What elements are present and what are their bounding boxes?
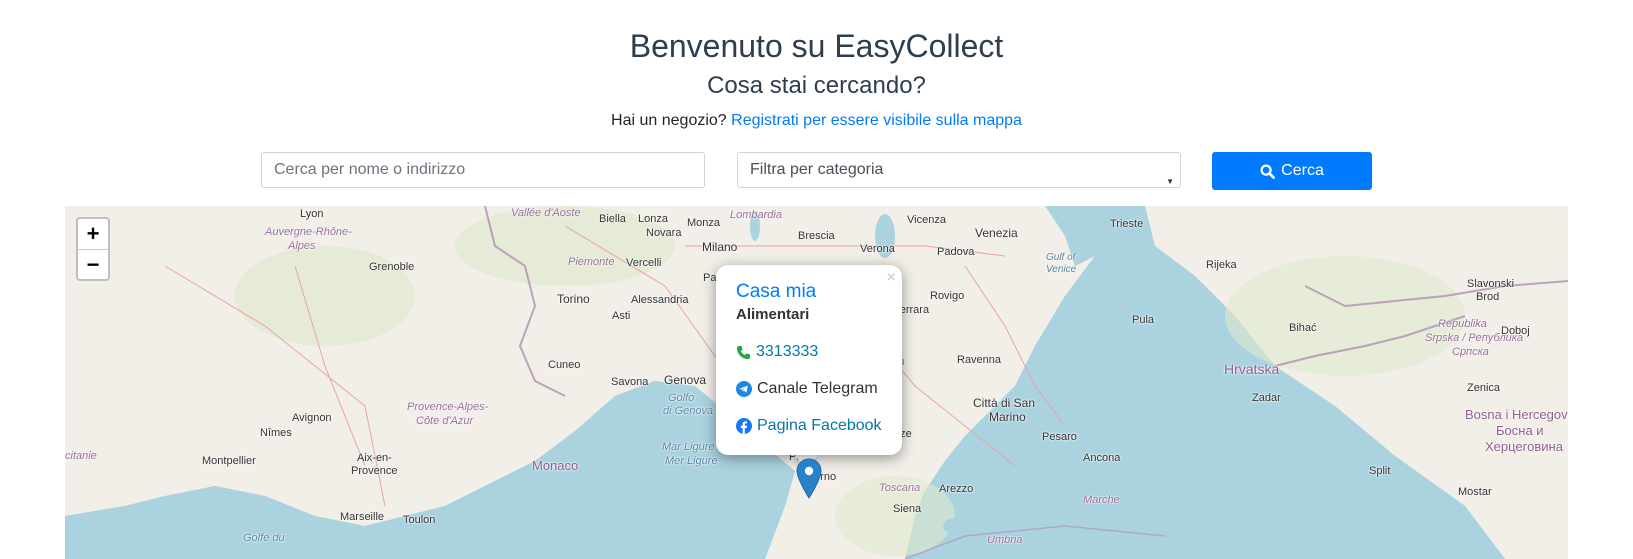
- map-label: Cuneo: [548, 359, 581, 371]
- map-label: Bosna i Hercegovina: [1465, 407, 1568, 422]
- map-label: Vallée d'Aoste: [511, 207, 581, 219]
- map-label: Siena: [893, 503, 922, 515]
- map-label: Toscana: [879, 482, 921, 494]
- map-label: Split: [1369, 465, 1391, 477]
- map-label: Lombardia: [730, 209, 782, 221]
- tagline-text: Hai un negozio?: [611, 112, 727, 129]
- map-label: Pula: [1132, 314, 1155, 326]
- map-label: Mar Ligure /: [662, 441, 721, 453]
- map-label: Rovigo: [930, 290, 965, 302]
- map-label: Lonza: [638, 213, 668, 225]
- search-button[interactable]: Cerca: [1212, 152, 1372, 190]
- map-label: Toulon: [403, 514, 436, 526]
- map-label: Mostar: [1458, 486, 1492, 498]
- map-label: Genova: [664, 373, 707, 387]
- phone-link[interactable]: 3313333: [736, 343, 818, 361]
- map-label: Zenica: [1467, 382, 1501, 394]
- map-label: Српска: [1452, 346, 1489, 358]
- telegram-label: Canale Telegram: [757, 380, 878, 397]
- category-select[interactable]: Filtra per categoria ▼: [737, 152, 1181, 188]
- map-label: Asti: [612, 310, 631, 322]
- register-link[interactable]: Registrati per essere visibile sulla map…: [731, 112, 1022, 129]
- map-label: Biella: [599, 213, 626, 225]
- map-label: Umbria: [987, 534, 1023, 546]
- map-label: Doboj: [1501, 325, 1530, 337]
- map-label: Auvergne-Rhône-: [265, 226, 352, 238]
- map-label: Херцеговина: [1485, 439, 1563, 454]
- map-label: Città di San: [973, 396, 1036, 410]
- page-title: Benvenuto su EasyCollect: [629, 28, 1004, 64]
- page-subtitle: Cosa stai cercando?: [707, 72, 926, 99]
- map-label: Mer Ligure: [665, 455, 718, 467]
- map-label: Ravenna: [957, 354, 1002, 366]
- map-label: Venezia: [975, 226, 1018, 240]
- map-label: Ancona: [1083, 452, 1121, 464]
- search-input[interactable]: [261, 152, 705, 188]
- map-label: Bihać: [1289, 322, 1317, 334]
- map-label: Marseille: [340, 511, 385, 523]
- map-label: Lyon: [300, 208, 324, 220]
- map-label: Gulf of: [1046, 252, 1076, 263]
- search-icon: [1260, 163, 1276, 179]
- map-label: Verona: [860, 243, 895, 255]
- map-label: Venice: [1046, 264, 1077, 275]
- map-marker-icon[interactable]: [796, 458, 822, 499]
- map-label: Golfe du: [243, 532, 285, 544]
- map-label: Novara: [646, 227, 682, 239]
- map-label: Trieste: [1110, 218, 1144, 230]
- map-label: Zadar: [1252, 392, 1281, 404]
- telegram-icon: [736, 381, 752, 397]
- map-label: Alpes: [288, 240, 316, 252]
- phone-icon: [736, 345, 751, 359]
- map-label: Monaco: [532, 458, 579, 473]
- map-label: Republika: [1438, 318, 1487, 330]
- popup-close-button[interactable]: ×: [887, 269, 896, 287]
- map-label: Nîmes: [260, 427, 292, 439]
- map-label: Arezzo: [939, 483, 974, 495]
- map-label: Padova: [937, 246, 975, 258]
- map-label: Alessandria: [631, 294, 689, 306]
- shop-name: Casa mia: [736, 281, 817, 302]
- map-label: Brod: [1476, 291, 1500, 303]
- shop-category: Alimentari: [736, 306, 810, 323]
- map-label: Pesaro: [1042, 431, 1077, 443]
- register-tagline: Hai un negozio? Registrati per essere vi…: [0, 112, 1633, 130]
- map-label: Slavonski: [1467, 278, 1515, 290]
- map-label: Provence-Alpes-: [407, 401, 489, 413]
- facebook-label: Pagina Facebook: [757, 417, 882, 434]
- map-label: Aix-en-: [357, 452, 392, 464]
- map-label: Provence: [351, 465, 398, 477]
- map-label: Grenoble: [369, 261, 415, 273]
- map-label: Torino: [557, 292, 590, 306]
- map-label: Brescia: [798, 230, 835, 242]
- map-label: Hrvatska: [1224, 361, 1280, 377]
- zoom-in-button[interactable]: +: [78, 219, 108, 250]
- map-label: Milano: [702, 240, 738, 254]
- map-label: Marino: [989, 410, 1026, 424]
- facebook-icon: [736, 418, 752, 434]
- phone-number: 3313333: [756, 343, 819, 360]
- map-label: Côte d'Azur: [416, 415, 474, 427]
- shop-popup: × Casa mia Alimentari 3313333 Canale Tel…: [716, 265, 902, 455]
- map-label: Monza: [687, 217, 721, 229]
- telegram-link[interactable]: Canale Telegram: [736, 380, 878, 398]
- map-label: Piemonte: [568, 256, 615, 268]
- map-label: Savona: [611, 376, 649, 388]
- map-label: Босна и: [1496, 423, 1544, 438]
- map-label: Golfo: [668, 392, 695, 404]
- map-label: citanie: [65, 450, 97, 462]
- map-label: di Genova: [663, 405, 714, 417]
- facebook-link[interactable]: Pagina Facebook: [736, 417, 882, 435]
- map-label: Rijeka: [1206, 259, 1237, 271]
- map-label: Montpellier: [202, 455, 256, 467]
- map-label: Vicenza: [907, 214, 946, 226]
- map-label: Marche: [1083, 494, 1120, 506]
- map-label: Avignon: [292, 412, 332, 424]
- category-select-value: Filtra per categoria: [750, 161, 884, 178]
- zoom-control: + −: [76, 217, 110, 281]
- chevron-down-icon: ▼: [1166, 177, 1174, 186]
- search-button-label: Cerca: [1281, 162, 1324, 179]
- map-label: Vercelli: [626, 257, 662, 269]
- zoom-out-button[interactable]: −: [78, 250, 108, 280]
